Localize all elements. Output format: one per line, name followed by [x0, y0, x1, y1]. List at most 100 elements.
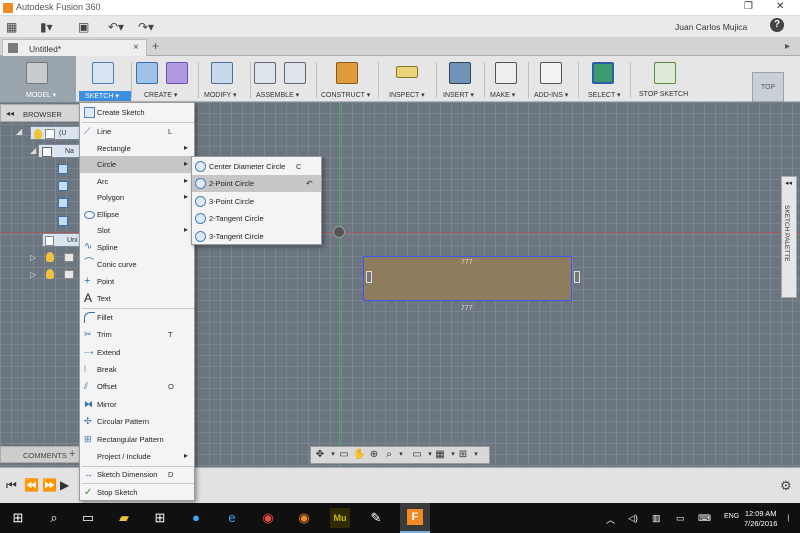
pan-hand-icon[interactable]: ✋ [353, 449, 365, 461]
menu-item-3-tangent-circle[interactable]: 3-Tangent Circle [192, 228, 321, 245]
view-cube[interactable]: TOP [752, 72, 784, 102]
insert-menu-button[interactable]: INSERT ▾ [438, 56, 482, 102]
menu-item-trim[interactable]: ✂ Trim T [80, 326, 194, 343]
skype-icon[interactable]: ● [186, 508, 206, 528]
menu-item-line[interactable]: ⟋ Line L [80, 123, 194, 140]
timeline-settings-gear-icon[interactable]: ⚙ [780, 478, 792, 494]
menu-item-break[interactable]: ⦚ Break [80, 361, 194, 378]
create-menu-button[interactable]: CREATE ▾ [133, 56, 193, 102]
menu-item-text[interactable]: A Text [80, 290, 194, 307]
named-view-icon[interactable] [58, 181, 68, 191]
dropdown-arrow-icon[interactable]: ▾ [395, 449, 407, 461]
language-indicator[interactable]: ENG [724, 513, 739, 520]
menu-item-arc[interactable]: Arc ▸ [80, 173, 194, 190]
sketch-palette-panel[interactable]: ◂◂ SKETCH PALETTE [781, 176, 797, 298]
grid-settings-icon[interactable]: ▦ [434, 449, 446, 461]
tab-overflow-icon[interactable]: ▸ [785, 41, 790, 52]
expand-sketches-icon[interactable]: ▷ [30, 270, 36, 279]
fusion-taskbar-active[interactable]: F [400, 503, 430, 533]
file-explorer-icon[interactable]: ▰ [114, 508, 134, 528]
stop-sketch-button[interactable]: STOP SKETCH [632, 56, 698, 102]
menu-item-project-include[interactable]: Project / Include ▸ [80, 448, 194, 465]
origin-point-icon[interactable] [333, 226, 345, 238]
menu-item-center-diameter-circle[interactable]: Center Diameter Circle C [192, 158, 321, 175]
modify-menu-button[interactable]: MODIFY ▾ [200, 56, 248, 102]
expand-palette-icon[interactable]: ◂◂ [785, 179, 792, 187]
expand-root-icon[interactable]: ◢ [16, 127, 22, 136]
visibility-bulb-icon[interactable] [46, 252, 54, 262]
menu-item-3-point-circle[interactable]: 3-Point Circle [192, 193, 321, 210]
orbit-icon[interactable]: ✥ [314, 449, 326, 461]
notifications-icon[interactable]: ▭ [676, 513, 685, 524]
menu-item-conic-curve[interactable]: ⌒ Conic curve [80, 256, 194, 273]
system-clock[interactable]: 12:09 AM 7/26/2016 [744, 509, 777, 529]
restore-icon[interactable]: ❐ [744, 1, 753, 12]
store-icon[interactable]: ⊞ [150, 508, 170, 528]
named-view-icon[interactable] [58, 216, 68, 226]
close-window-icon[interactable]: ✕ [776, 1, 784, 12]
comments-panel[interactable]: COMMENTS + [0, 446, 80, 463]
network-icon[interactable]: ▥ [652, 513, 661, 524]
constraint-left-icon[interactable] [366, 271, 372, 283]
visibility-bulb-icon[interactable] [46, 269, 54, 279]
menu-item-create-sketch[interactable]: Create Sketch [80, 104, 194, 121]
user-account-menu[interactable]: Juan Carlos Mujica [675, 22, 747, 32]
new-tab-button[interactable]: + [152, 39, 159, 53]
sketches-folder-icon[interactable] [64, 270, 74, 279]
menu-item-ellipse[interactable]: Ellipse [80, 206, 194, 223]
muse-icon[interactable]: Mu [330, 508, 350, 528]
data-panel-grid-icon[interactable]: ▦ [6, 19, 17, 35]
origin-folder-icon[interactable] [64, 253, 74, 262]
construct-menu-button[interactable]: CONSTRUCT ▾ [318, 56, 376, 102]
help-icon[interactable]: ? [770, 18, 784, 32]
workspace-switcher[interactable]: MODEL ▾ [0, 56, 76, 102]
menu-item-2-point-circle[interactable]: 2-Point Circle ↶ [192, 175, 321, 192]
expand-named-icon[interactable]: ◢ [30, 146, 36, 155]
save-icon[interactable]: ▣ [78, 19, 89, 35]
close-tab-icon[interactable]: × [133, 42, 139, 53]
search-icon[interactable]: ⌕ [44, 508, 64, 528]
menu-item-slot[interactable]: Slot ▸ [80, 222, 194, 239]
task-view-icon[interactable]: ▭ [78, 508, 98, 528]
constraint-right-icon[interactable] [574, 271, 580, 283]
menu-item-mirror[interactable]: ⧓ Mirror [80, 396, 194, 413]
menu-item-spline[interactable]: ∿ Spline [80, 239, 194, 256]
tray-expand-icon[interactable]: ︿ [606, 513, 615, 526]
keyboard-icon[interactable]: ⌨ [698, 513, 711, 524]
windows-start-icon[interactable]: ⊞ [8, 508, 28, 528]
undo-icon[interactable]: ↶▾ [108, 19, 124, 35]
document-tab[interactable]: Untitled* × [2, 39, 147, 56]
redo-icon[interactable]: ↷▾ [138, 19, 154, 35]
dimension-bottom[interactable]: 777 [461, 305, 473, 312]
menu-item-offset[interactable]: ⫽ Offset O [80, 378, 194, 395]
make-menu-button[interactable]: MAKE ▾ [486, 56, 526, 102]
display-settings-icon[interactable]: ▭ [411, 449, 423, 461]
look-at-icon[interactable]: ▭ [338, 449, 350, 461]
browser-named-views-node[interactable]: Na [38, 144, 80, 158]
menu-item-rectangle[interactable]: Rectangle ▸ [80, 140, 194, 157]
menu-item-fillet[interactable]: Fillet [80, 309, 194, 326]
assemble-menu-button[interactable]: ASSEMBLE ▾ [252, 56, 314, 102]
menu-item-circular-pattern[interactable]: ✣ Circular Pattern [80, 413, 194, 430]
viewports-icon[interactable]: ⊞ [457, 449, 469, 461]
menu-item-rectangular-pattern[interactable]: ⊞ Rectangular Pattern [80, 431, 194, 448]
file-menu-icon[interactable]: ▮▾ [40, 19, 53, 35]
zoom-icon[interactable]: ⊕ [368, 449, 380, 461]
step-back-icon[interactable]: ⏪ [24, 478, 39, 492]
browser-units-node[interactable]: Uni [42, 233, 80, 247]
dropdown-arrow-icon[interactable]: ▾ [470, 449, 482, 461]
menu-item-sketch-dimension[interactable]: ↔ Sketch Dimension D [80, 466, 194, 483]
edge-browser-icon[interactable]: e [222, 508, 242, 528]
paint-icon[interactable]: ✎ [366, 508, 386, 528]
named-view-icon[interactable] [58, 198, 68, 208]
dimension-top[interactable]: 777 [461, 259, 473, 266]
inspect-menu-button[interactable]: INSPECT ▾ [380, 56, 434, 102]
collapse-browser-icon[interactable]: ◂◂ [6, 109, 14, 118]
add-comment-icon[interactable]: + [69, 448, 75, 460]
go-to-end-icon[interactable]: ▶ [60, 478, 69, 492]
menu-item-stop-sketch[interactable]: ✓ Stop Sketch [80, 484, 194, 501]
firefox-icon[interactable]: ◉ [294, 508, 314, 528]
visibility-bulb-icon[interactable] [34, 129, 42, 139]
select-menu-button[interactable]: SELECT ▾ [580, 56, 628, 102]
browser-root-node[interactable]: (U [30, 126, 80, 140]
